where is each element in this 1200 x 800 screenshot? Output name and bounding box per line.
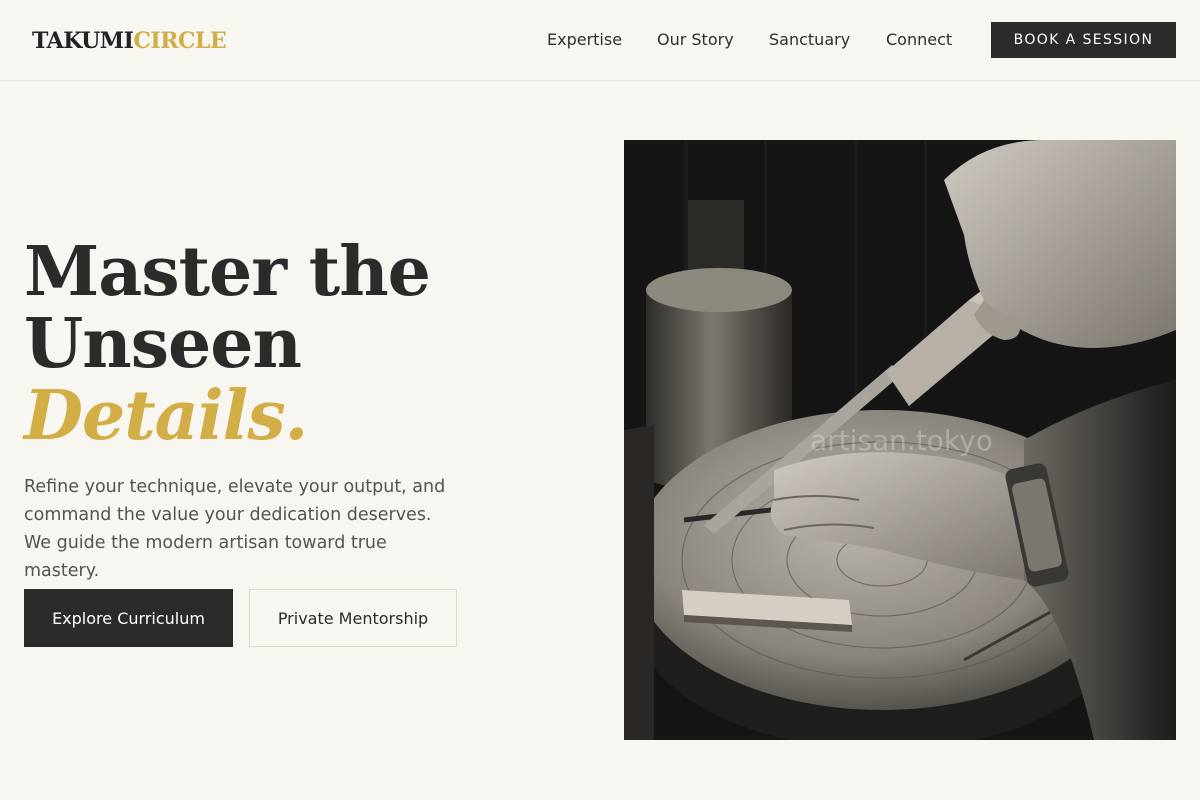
image-watermark: artisan.tokyo [810, 424, 993, 457]
headline-line-2: Unseen [24, 304, 302, 384]
logo-text-accent: CIRCLE [133, 28, 227, 54]
logo-text-primary: TAKUMI [32, 28, 134, 54]
nav-link-connect[interactable]: Connect [886, 30, 952, 50]
headline-line-1: Master the [24, 232, 431, 312]
book-session-button[interactable]: BOOK A SESSION [991, 22, 1176, 58]
private-mentorship-button[interactable]: Private Mentorship [249, 589, 457, 647]
hero-subtitle: Refine your technique, elevate your outp… [24, 477, 446, 581]
explore-curriculum-button[interactable]: Explore Curriculum [24, 589, 233, 647]
headline-accent: Details. [24, 376, 308, 456]
logo[interactable]: TAKUMICIRCLE [32, 26, 227, 56]
nav-link-expertise[interactable]: Expertise [547, 30, 622, 50]
nav-link-sanctuary[interactable]: Sanctuary [769, 30, 850, 50]
nav-link-our-story[interactable]: Our Story [657, 30, 734, 50]
site-header: TAKUMICIRCLE Expertise Our Story Sanctua… [0, 0, 1200, 81]
hero-headline: Master the Unseen Details. [24, 232, 431, 456]
